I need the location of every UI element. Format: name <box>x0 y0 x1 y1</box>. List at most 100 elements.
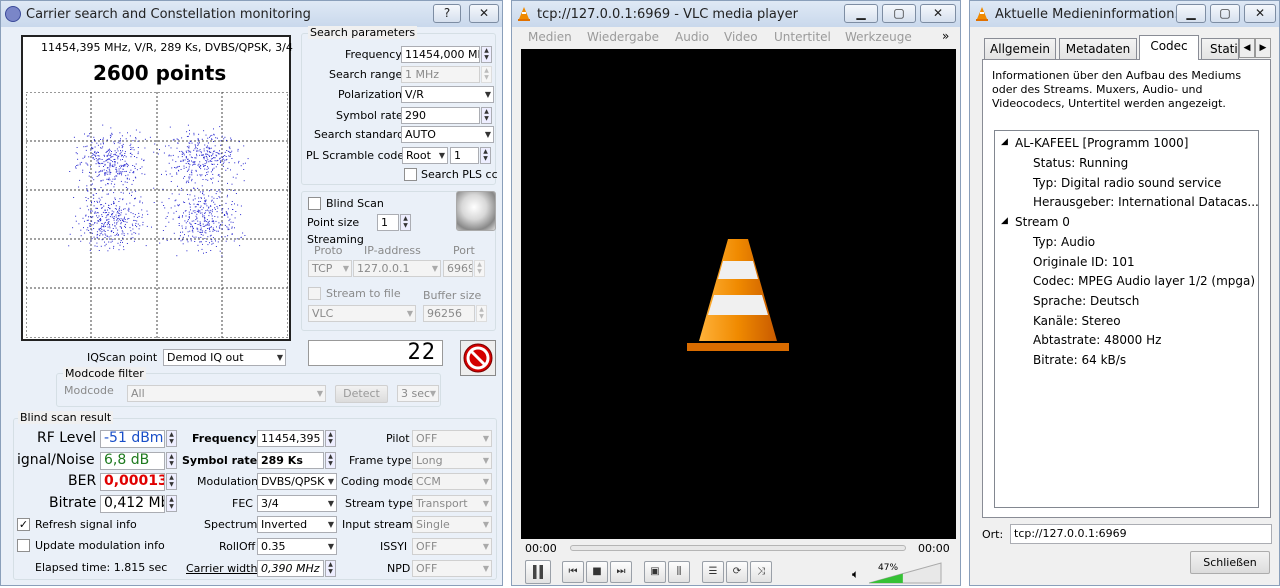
program-node[interactable]: AL-KAFEEL [Programm 1000] <box>1015 136 1188 150</box>
menu-medien[interactable]: Medien <box>528 30 572 44</box>
elapsed-time: Elapsed time: 1.815 sec <box>35 561 168 574</box>
stream-node[interactable]: Stream 0 <box>1015 215 1070 229</box>
stream-type-select[interactable]: Transport <box>412 495 492 512</box>
info-maximize-button[interactable]: ▢ <box>1210 4 1240 23</box>
stream-target-select[interactable]: VLC <box>308 305 416 322</box>
port-input[interactable]: 6969 <box>443 260 473 277</box>
frequency-input[interactable]: 11454,000 MHz <box>401 46 480 63</box>
search-standard-select[interactable]: AUTO <box>401 126 494 143</box>
modcode-select[interactable]: All <box>127 385 326 402</box>
menu-wiedergabe[interactable]: Wiedergabe <box>587 30 659 44</box>
fullscreen-button[interactable]: ▣ <box>644 561 666 583</box>
detect-button[interactable]: Detect <box>335 385 388 403</box>
vlc-minimize-button[interactable]: ▁ <box>844 4 878 23</box>
update-modulation-checkbox[interactable] <box>17 539 30 552</box>
stream-item: Typ: Audio <box>1033 235 1096 249</box>
issyi-select[interactable]: OFF <box>412 538 492 555</box>
stream-type-label: Stream type <box>345 497 413 510</box>
stream-item: Originale ID: 101 <box>1033 255 1135 269</box>
close-button[interactable]: ✕ <box>469 4 499 23</box>
tab-metadaten[interactable]: Metadaten <box>1059 38 1137 59</box>
frame-type-select[interactable]: Long <box>412 452 492 469</box>
info-close-button[interactable]: ✕ <box>1244 4 1276 23</box>
pl-scramble-value-input[interactable]: 1 <box>450 147 479 164</box>
playlist-button[interactable]: ☰ <box>702 561 724 583</box>
pause-button[interactable] <box>525 560 551 584</box>
search-range-label: Search range <box>329 68 403 81</box>
expand-icon[interactable]: ◢ <box>1001 137 1008 147</box>
info-minimize-button[interactable]: ▁ <box>1176 4 1206 23</box>
point-size-input[interactable]: 1 <box>377 214 399 231</box>
stop-playback-button[interactable]: ■ <box>586 561 608 583</box>
help-button[interactable]: ? <box>433 4 461 23</box>
bitrate-spinner[interactable]: ▲ ▼ <box>166 495 177 512</box>
stream-to-file-checkbox[interactable] <box>308 287 321 300</box>
spectrum-select[interactable]: Inverted <box>257 516 337 533</box>
shuffle-button[interactable]: ⤨ <box>750 561 772 583</box>
search-range-input[interactable]: 1 MHz <box>401 66 480 83</box>
polarization-select[interactable]: V/R <box>401 86 494 103</box>
stop-button[interactable] <box>460 340 496 376</box>
loop-button[interactable]: ⟳ <box>726 561 748 583</box>
point-size-spinner[interactable]: ▲ ▼ <box>400 214 411 231</box>
pl-scramble-spinner[interactable]: ▲ ▼ <box>480 147 491 164</box>
ber-spinner[interactable]: ▲ ▼ <box>166 473 177 490</box>
video-area[interactable] <box>521 49 956 539</box>
constellation-plot <box>26 92 288 338</box>
globe-icon[interactable] <box>456 191 496 231</box>
tab-scroll-right[interactable]: ▶ <box>1255 38 1271 58</box>
proto-select[interactable]: TCP <box>308 260 352 277</box>
blind-scan-checkbox[interactable] <box>308 197 321 210</box>
extended-settings-button[interactable]: ⫼ <box>668 561 690 583</box>
close-info-button[interactable]: Schließen <box>1190 551 1270 574</box>
tab-scroll-left[interactable]: ◀ <box>1239 38 1255 58</box>
iqscan-select[interactable]: Demod IQ out <box>163 349 286 366</box>
frequency-spinner[interactable]: ▲ ▼ <box>481 46 492 63</box>
pl-scramble-mode-select[interactable]: Root <box>402 147 448 164</box>
npd-select[interactable]: OFF <box>412 560 492 577</box>
refresh-signal-checkbox[interactable]: ✓ <box>17 518 30 531</box>
result-symbolrate-spinner[interactable]: ▲ ▼ <box>325 452 336 469</box>
expand-icon[interactable]: ◢ <box>1001 216 1008 226</box>
signal-noise-spinner[interactable]: ▲ ▼ <box>166 452 177 469</box>
coding-mode-select[interactable]: CCM <box>412 473 492 490</box>
search-pls-checkbox[interactable] <box>404 168 417 181</box>
buffer-size-label: Buffer size <box>423 289 482 302</box>
menu-video[interactable]: Video <box>724 30 758 44</box>
vlc-close-button[interactable]: ✕ <box>920 4 956 23</box>
menu-untertitel[interactable]: Untertitel <box>774 30 831 44</box>
fec-select[interactable]: 3/4 <box>257 495 337 512</box>
rf-level-spinner[interactable]: ▲ ▼ <box>166 430 177 447</box>
port-spinner[interactable]: ▲ ▼ <box>474 260 485 277</box>
tab-codec[interactable]: Codec <box>1139 35 1199 60</box>
program-item: Herausgeber: International Datacas... <box>1033 195 1259 209</box>
ip-address-select[interactable]: 127.0.0.1 <box>353 260 441 277</box>
rolloff-select[interactable]: 0.35 <box>257 538 337 555</box>
input-stream-select[interactable]: Single <box>412 516 492 533</box>
carrier-width-spinner[interactable]: ▲ ▼ <box>325 560 336 577</box>
symbol-rate-input[interactable]: 290 <box>401 107 480 124</box>
playlist-icon: ☰ <box>708 566 718 577</box>
tab-allgemein[interactable]: Allgemein <box>984 38 1056 59</box>
buffer-size-spinner[interactable]: ▲ ▼ <box>476 305 487 322</box>
result-frequency-spinner[interactable]: ▲ ▼ <box>325 430 336 447</box>
menu-audio[interactable]: Audio <box>675 30 709 44</box>
modulation-select[interactable]: DVBS/QPSK <box>257 473 337 490</box>
menu-werkzeuge[interactable]: Werkzeuge <box>845 30 912 44</box>
interval-select[interactable]: 3 sec <box>397 385 439 402</box>
next-button[interactable]: ⏭ <box>610 561 632 583</box>
seek-bar[interactable] <box>570 545 906 551</box>
previous-button[interactable]: ⏮ <box>562 561 584 583</box>
speaker-icon[interactable]: 🔈︎ <box>852 567 859 582</box>
tab-statistik[interactable]: Statis <box>1201 38 1239 59</box>
search-pls-label: Search PLS cc <box>421 168 498 181</box>
vlc-maximize-button[interactable]: ▢ <box>882 4 916 23</box>
symbol-rate-spinner[interactable]: ▲ ▼ <box>481 107 492 124</box>
signal-noise-label: ignal/Noise <box>17 452 95 468</box>
buffer-size-input[interactable]: 96256 <box>423 305 475 322</box>
search-range-spinner[interactable]: ▲ ▼ <box>481 66 492 83</box>
polarization-label: Polarization <box>338 88 402 101</box>
pilot-select[interactable]: OFF <box>412 430 492 447</box>
location-input[interactable]: tcp://127.0.0.1:6969 <box>1010 524 1272 544</box>
menu-more[interactable]: » <box>942 29 949 43</box>
